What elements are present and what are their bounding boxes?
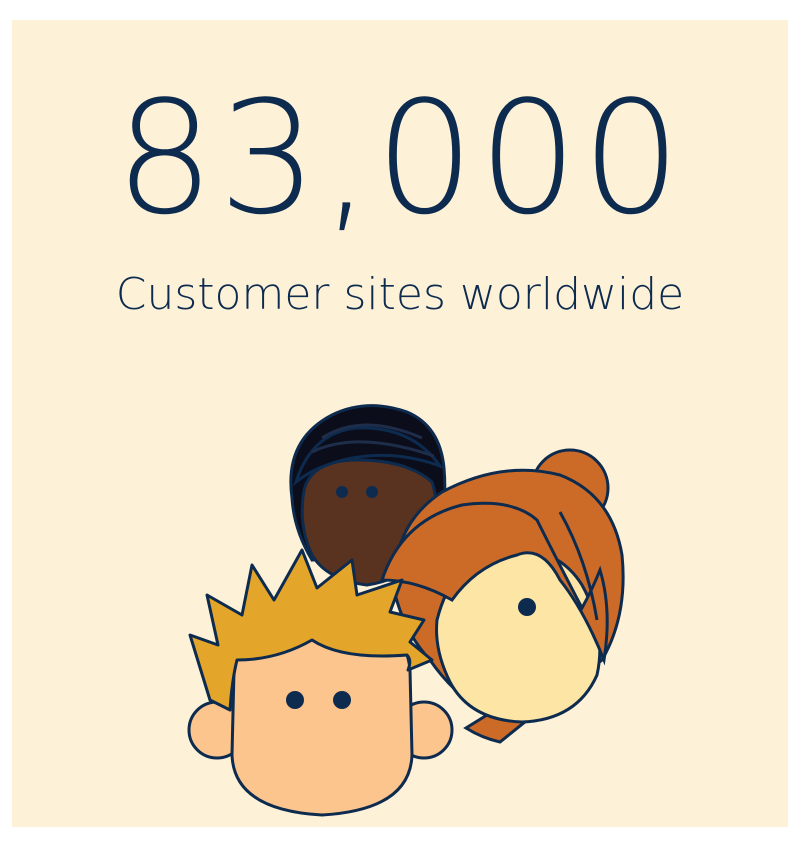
stat-card: 83,000 Customer sites worldwide (12, 20, 788, 827)
people-group-icon (187, 404, 625, 817)
